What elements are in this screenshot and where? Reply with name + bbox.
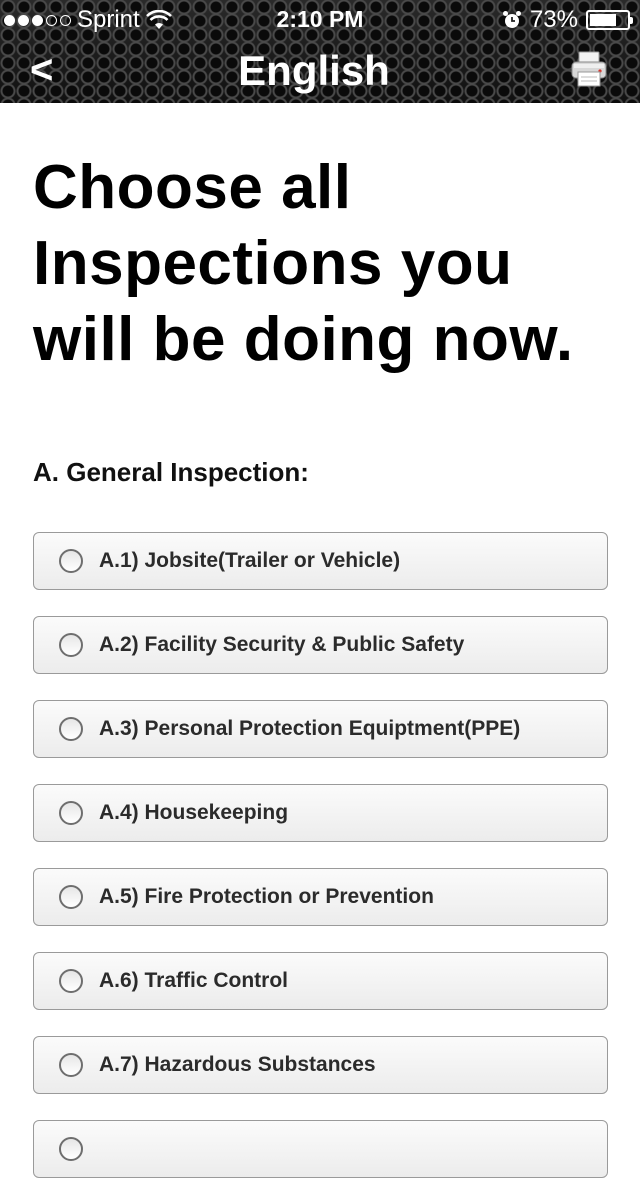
inspection-option[interactable]: A.5) Fire Protection or Prevention — [33, 868, 608, 926]
radio-button-icon[interactable] — [59, 633, 83, 657]
nav-title: English — [238, 47, 390, 94]
radio-button-icon[interactable] — [59, 885, 83, 909]
top-bar: Sprint 2:10 PM 73% < English — [0, 0, 640, 103]
inspection-option[interactable]: A.4) Housekeeping — [33, 784, 608, 842]
inspection-option[interactable]: A.7) Hazardous Substances — [33, 1036, 608, 1094]
radio-button-icon[interactable] — [59, 801, 83, 825]
inspection-option[interactable]: A.3) Personal Protection Equiptment(PPE) — [33, 700, 608, 758]
navigation-bar: < English — [0, 40, 640, 103]
radio-button-icon[interactable] — [59, 969, 83, 993]
inspection-option-label: A.7) Hazardous Substances — [99, 1053, 376, 1076]
print-button[interactable] — [570, 50, 608, 88]
main-content: Choose all Inspections you will be doing… — [33, 150, 613, 1204]
battery-icon — [586, 10, 633, 30]
section-title: A. General Inspection: — [33, 457, 309, 487]
radio-button-icon[interactable] — [59, 717, 83, 741]
battery-level — [590, 14, 617, 26]
radio-button-icon[interactable] — [59, 549, 83, 573]
alarm-clock-icon — [502, 11, 521, 28]
radio-button-icon[interactable] — [59, 1053, 83, 1077]
inspection-option[interactable]: A.6) Traffic Control — [33, 952, 608, 1010]
inspection-option-label: A.2) Facility Security & Public Safety — [99, 633, 465, 656]
radio-button-icon[interactable] — [59, 1137, 83, 1161]
inspection-option-label: A.5) Fire Protection or Prevention — [99, 885, 434, 908]
inspection-option[interactable] — [33, 1120, 608, 1178]
status-right: 73% — [502, 6, 633, 34]
inspection-option-label: A.4) Housekeeping — [99, 801, 289, 824]
inspection-option[interactable]: A.2) Facility Security & Public Safety — [33, 616, 608, 674]
inspection-options-list: A.1) Jobsite(Trailer or Vehicle) A.2) Fac… — [33, 532, 613, 1178]
inspection-option-label: A.6) Traffic Control — [99, 969, 289, 992]
battery-percent: 73% — [529, 6, 578, 33]
inspection-option-label: A.1) Jobsite(Trailer or Vehicle) — [99, 549, 401, 572]
page-title: Choose all Inspections you will be doing… — [33, 153, 574, 374]
status-bar: Sprint 2:10 PM 73% — [0, 0, 640, 40]
inspection-option[interactable]: A.1) Jobsite(Trailer or Vehicle) — [33, 532, 608, 590]
inspection-option-label: A.3) Personal Protection Equiptment(PPE) — [99, 717, 521, 740]
printer-icon — [571, 51, 607, 87]
